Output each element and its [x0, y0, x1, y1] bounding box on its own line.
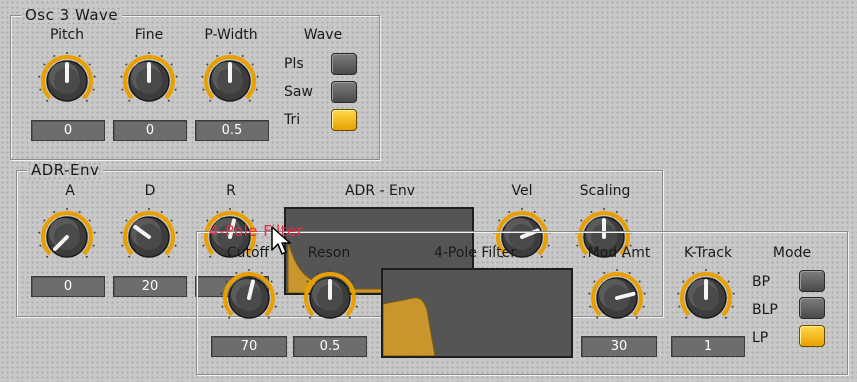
wave-tri-button[interactable]	[331, 109, 357, 131]
filter-title: 4-Pole Filter	[209, 222, 304, 240]
ktrack-knob[interactable]	[676, 268, 736, 328]
adr-a-label: A	[65, 183, 75, 199]
mode-blp-button[interactable]	[799, 297, 825, 319]
wave-label: Wave	[303, 27, 343, 43]
mode-lp-label: LP	[752, 330, 769, 346]
adr-decay-value: 20	[113, 276, 187, 297]
reson-value: 0.5	[293, 336, 367, 357]
adr-r-label: R	[226, 183, 236, 199]
mouse-cursor-icon	[271, 226, 291, 255]
mode-lp-button[interactable]	[799, 325, 825, 347]
adr-display-label: ADR - Env	[344, 183, 416, 199]
adr-decay-knob[interactable]	[119, 207, 179, 267]
pitch-label: Pitch	[49, 27, 85, 43]
adr-env-title: ADR-Env	[27, 161, 104, 179]
adr-d-label: D	[144, 183, 156, 199]
mod-amt-value: 30	[581, 336, 657, 357]
ktrack-label: K-Track	[683, 245, 733, 261]
pitch-knob[interactable]	[37, 51, 97, 111]
fine-value: 0	[113, 120, 187, 141]
osc3-wave-title: Osc 3 Wave	[21, 6, 123, 24]
mode-label: Mode	[772, 245, 812, 261]
mod-amt-label: Mod Amt	[587, 245, 651, 261]
filter-display-label: 4-Pole Filter	[433, 245, 517, 261]
filter-response-curve	[383, 297, 436, 356]
cutoff-value: 70	[211, 336, 287, 357]
pwidth-knob[interactable]	[200, 51, 260, 111]
filter-response-display	[381, 268, 573, 358]
fine-label: Fine	[134, 27, 164, 43]
mod-amt-knob[interactable]	[587, 268, 647, 328]
wave-pls-button[interactable]	[331, 53, 357, 75]
pwidth-label: P-Width	[204, 27, 258, 43]
mode-blp-label: BLP	[752, 302, 778, 318]
adr-attack-value: 0	[31, 276, 105, 297]
reson-label: Reson	[307, 245, 351, 261]
mode-bp-label: BP	[752, 274, 771, 290]
reson-knob[interactable]	[300, 268, 360, 328]
adr-vel-label: Vel	[511, 183, 533, 199]
fine-knob[interactable]	[119, 51, 179, 111]
adr-attack-knob[interactable]	[37, 207, 97, 267]
wave-tri-label: Tri	[284, 112, 301, 128]
cutoff-knob[interactable]	[219, 268, 279, 328]
pitch-value: 0	[31, 120, 105, 141]
pwidth-value: 0.5	[195, 120, 269, 141]
wave-pls-label: Pls	[284, 56, 304, 72]
mode-bp-button[interactable]	[799, 270, 825, 292]
wave-saw-button[interactable]	[331, 81, 357, 103]
wave-saw-label: Saw	[284, 84, 313, 100]
adr-scaling-label: Scaling	[579, 183, 631, 199]
ktrack-value: 1	[671, 336, 745, 357]
